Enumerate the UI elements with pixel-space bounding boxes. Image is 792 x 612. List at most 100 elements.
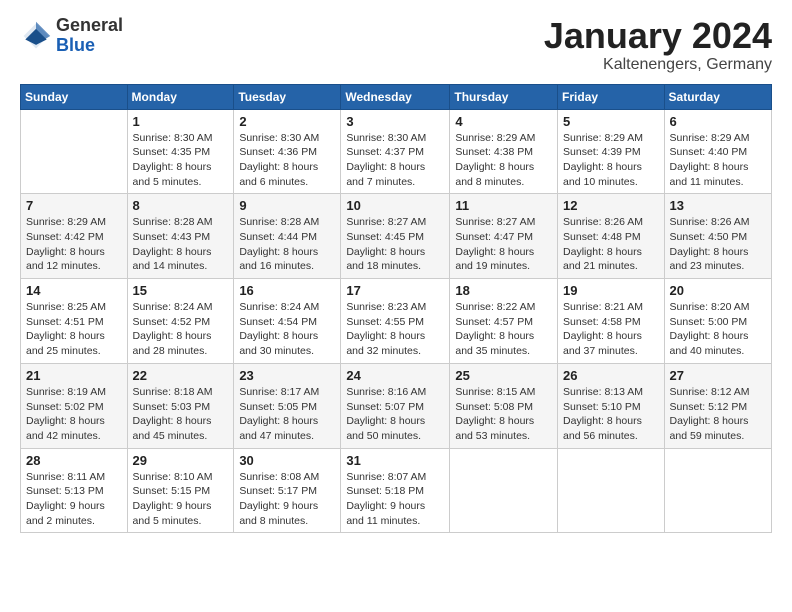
day-info: Sunrise: 8:16 AMSunset: 5:07 PMDaylight:… bbox=[346, 385, 444, 444]
day-info: Sunrise: 8:17 AMSunset: 5:05 PMDaylight:… bbox=[239, 385, 335, 444]
day-info: Sunrise: 8:30 AMSunset: 4:37 PMDaylight:… bbox=[346, 131, 444, 190]
day-info: Sunrise: 8:27 AMSunset: 4:47 PMDaylight:… bbox=[455, 215, 552, 274]
day-number: 20 bbox=[670, 283, 766, 298]
calendar-cell: 25 Sunrise: 8:15 AMSunset: 5:08 PMDayligh… bbox=[450, 363, 558, 448]
calendar-cell: 24 Sunrise: 8:16 AMSunset: 5:07 PMDayligh… bbox=[341, 363, 450, 448]
day-info: Sunrise: 8:30 AMSunset: 4:35 PMDaylight:… bbox=[133, 131, 229, 190]
day-number: 25 bbox=[455, 368, 552, 383]
day-info: Sunrise: 8:07 AMSunset: 5:18 PMDaylight:… bbox=[346, 470, 444, 529]
col-header-tuesday: Tuesday bbox=[234, 84, 341, 109]
col-header-thursday: Thursday bbox=[450, 84, 558, 109]
day-number: 31 bbox=[346, 453, 444, 468]
day-info: Sunrise: 8:20 AMSunset: 5:00 PMDaylight:… bbox=[670, 300, 766, 359]
calendar-cell: 8 Sunrise: 8:28 AMSunset: 4:43 PMDaylight… bbox=[127, 194, 234, 279]
week-row-3: 14Sunrise: 8:25 AMSunset: 4:51 PMDayligh… bbox=[21, 279, 772, 364]
day-number: 15 bbox=[133, 283, 229, 298]
day-info: Sunrise: 8:22 AMSunset: 4:57 PMDaylight:… bbox=[455, 300, 552, 359]
calendar-cell: 15Sunrise: 8:24 AMSunset: 4:52 PMDayligh… bbox=[127, 279, 234, 364]
day-number: 13 bbox=[670, 198, 766, 213]
logo-text: General Blue bbox=[56, 16, 123, 56]
day-info: Sunrise: 8:23 AMSunset: 4:55 PMDaylight:… bbox=[346, 300, 444, 359]
calendar-cell: 31 Sunrise: 8:07 AMSunset: 5:18 PMDayligh… bbox=[341, 448, 450, 533]
logo: General Blue bbox=[20, 16, 123, 56]
day-number: 11 bbox=[455, 198, 552, 213]
day-number: 7 bbox=[26, 198, 122, 213]
calendar-cell bbox=[664, 448, 771, 533]
calendar-cell: 27 Sunrise: 8:12 AMSunset: 5:12 PMDayligh… bbox=[664, 363, 771, 448]
header: General Blue January 2024 Kaltenengers, … bbox=[20, 16, 772, 74]
day-info: Sunrise: 8:08 AMSunset: 5:17 PMDaylight:… bbox=[239, 470, 335, 529]
day-number: 30 bbox=[239, 453, 335, 468]
day-info: Sunrise: 8:10 AMSunset: 5:15 PMDaylight:… bbox=[133, 470, 229, 529]
day-info: Sunrise: 8:15 AMSunset: 5:08 PMDaylight:… bbox=[455, 385, 552, 444]
day-number: 26 bbox=[563, 368, 659, 383]
calendar-cell: 13Sunrise: 8:26 AMSunset: 4:50 PMDayligh… bbox=[664, 194, 771, 279]
calendar-cell: 17Sunrise: 8:23 AMSunset: 4:55 PMDayligh… bbox=[341, 279, 450, 364]
day-number: 28 bbox=[26, 453, 122, 468]
week-row-2: 7Sunrise: 8:29 AMSunset: 4:42 PMDaylight… bbox=[21, 194, 772, 279]
calendar-cell: 7Sunrise: 8:29 AMSunset: 4:42 PMDaylight… bbox=[21, 194, 128, 279]
calendar-cell: 5 Sunrise: 8:29 AMSunset: 4:39 PMDaylight… bbox=[558, 109, 665, 194]
calendar-cell: 21Sunrise: 8:19 AMSunset: 5:02 PMDayligh… bbox=[21, 363, 128, 448]
day-number: 16 bbox=[239, 283, 335, 298]
calendar-cell: 11 Sunrise: 8:27 AMSunset: 4:47 PMDayligh… bbox=[450, 194, 558, 279]
page: General Blue January 2024 Kaltenengers, … bbox=[0, 0, 792, 612]
day-info: Sunrise: 8:28 AMSunset: 4:44 PMDaylight:… bbox=[239, 215, 335, 274]
day-info: Sunrise: 8:18 AMSunset: 5:03 PMDaylight:… bbox=[133, 385, 229, 444]
calendar-cell: 1 Sunrise: 8:30 AMSunset: 4:35 PMDaylight… bbox=[127, 109, 234, 194]
day-number: 1 bbox=[133, 114, 229, 129]
calendar-cell: 12Sunrise: 8:26 AMSunset: 4:48 PMDayligh… bbox=[558, 194, 665, 279]
calendar-cell bbox=[558, 448, 665, 533]
header-row: SundayMondayTuesdayWednesdayThursdayFrid… bbox=[21, 84, 772, 109]
day-number: 2 bbox=[239, 114, 335, 129]
calendar-cell: 20 Sunrise: 8:20 AMSunset: 5:00 PMDayligh… bbox=[664, 279, 771, 364]
day-info: Sunrise: 8:28 AMSunset: 4:43 PMDaylight:… bbox=[133, 215, 229, 274]
calendar-cell: 16 Sunrise: 8:24 AMSunset: 4:54 PMDayligh… bbox=[234, 279, 341, 364]
day-info: Sunrise: 8:27 AMSunset: 4:45 PMDaylight:… bbox=[346, 215, 444, 274]
day-info: Sunrise: 8:12 AMSunset: 5:12 PMDaylight:… bbox=[670, 385, 766, 444]
calendar-cell: 23 Sunrise: 8:17 AMSunset: 5:05 PMDayligh… bbox=[234, 363, 341, 448]
day-number: 4 bbox=[455, 114, 552, 129]
day-info: Sunrise: 8:24 AMSunset: 4:54 PMDaylight:… bbox=[239, 300, 335, 359]
col-header-friday: Friday bbox=[558, 84, 665, 109]
calendar-cell: 4 Sunrise: 8:29 AMSunset: 4:38 PMDaylight… bbox=[450, 109, 558, 194]
calendar-cell: 2 Sunrise: 8:30 AMSunset: 4:36 PMDaylight… bbox=[234, 109, 341, 194]
calendar-cell bbox=[450, 448, 558, 533]
location: Kaltenengers, Germany bbox=[544, 56, 772, 74]
day-number: 8 bbox=[133, 198, 229, 213]
day-number: 29 bbox=[133, 453, 229, 468]
day-info: Sunrise: 8:13 AMSunset: 5:10 PMDaylight:… bbox=[563, 385, 659, 444]
day-number: 23 bbox=[239, 368, 335, 383]
calendar-cell: 29 Sunrise: 8:10 AMSunset: 5:15 PMDayligh… bbox=[127, 448, 234, 533]
calendar-cell: 14Sunrise: 8:25 AMSunset: 4:51 PMDayligh… bbox=[21, 279, 128, 364]
calendar-cell: 30 Sunrise: 8:08 AMSunset: 5:17 PMDayligh… bbox=[234, 448, 341, 533]
day-number: 10 bbox=[346, 198, 444, 213]
day-number: 22 bbox=[133, 368, 229, 383]
day-number: 24 bbox=[346, 368, 444, 383]
day-number: 5 bbox=[563, 114, 659, 129]
day-info: Sunrise: 8:25 AMSunset: 4:51 PMDaylight:… bbox=[26, 300, 122, 359]
day-number: 19 bbox=[563, 283, 659, 298]
day-info: Sunrise: 8:30 AMSunset: 4:36 PMDaylight:… bbox=[239, 131, 335, 190]
calendar-cell: 28 Sunrise: 8:11 AMSunset: 5:13 PMDayligh… bbox=[21, 448, 128, 533]
calendar-cell: 3 Sunrise: 8:30 AMSunset: 4:37 PMDaylight… bbox=[341, 109, 450, 194]
day-number: 27 bbox=[670, 368, 766, 383]
day-info: Sunrise: 8:26 AMSunset: 4:48 PMDaylight:… bbox=[563, 215, 659, 274]
col-header-monday: Monday bbox=[127, 84, 234, 109]
week-row-1: 1 Sunrise: 8:30 AMSunset: 4:35 PMDaylight… bbox=[21, 109, 772, 194]
calendar-cell: 18 Sunrise: 8:22 AMSunset: 4:57 PMDayligh… bbox=[450, 279, 558, 364]
col-header-saturday: Saturday bbox=[664, 84, 771, 109]
day-info: Sunrise: 8:11 AMSunset: 5:13 PMDaylight:… bbox=[26, 470, 122, 529]
calendar-cell bbox=[21, 109, 128, 194]
day-number: 3 bbox=[346, 114, 444, 129]
day-info: Sunrise: 8:29 AMSunset: 4:38 PMDaylight:… bbox=[455, 131, 552, 190]
day-number: 18 bbox=[455, 283, 552, 298]
logo-blue: Blue bbox=[56, 35, 95, 55]
calendar-cell: 26 Sunrise: 8:13 AMSunset: 5:10 PMDayligh… bbox=[558, 363, 665, 448]
day-number: 9 bbox=[239, 198, 335, 213]
calendar-cell: 10 Sunrise: 8:27 AMSunset: 4:45 PMDayligh… bbox=[341, 194, 450, 279]
logo-general: General bbox=[56, 15, 123, 35]
day-info: Sunrise: 8:29 AMSunset: 4:39 PMDaylight:… bbox=[563, 131, 659, 190]
day-number: 21 bbox=[26, 368, 122, 383]
calendar-cell: 9 Sunrise: 8:28 AMSunset: 4:44 PMDaylight… bbox=[234, 194, 341, 279]
